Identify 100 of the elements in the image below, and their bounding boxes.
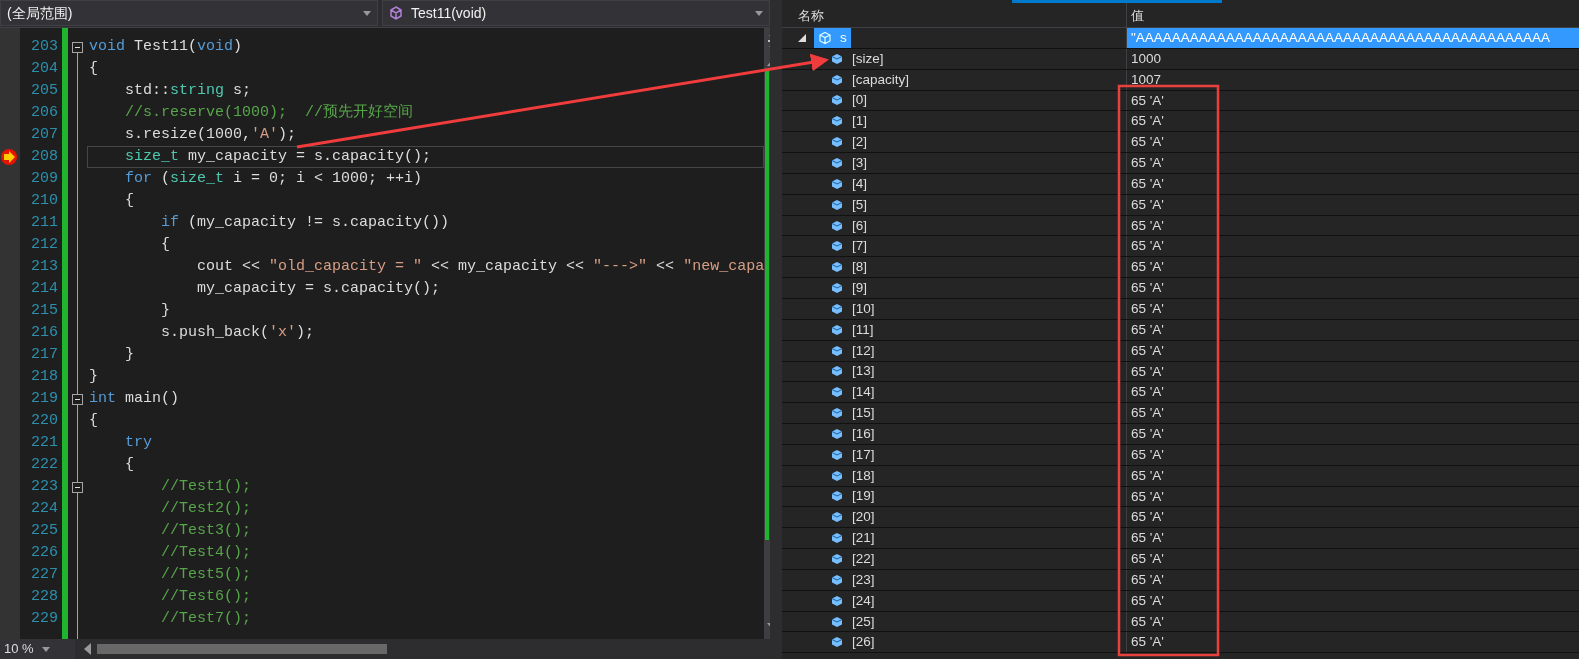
line-number: 219 (30, 389, 59, 409)
code-line: std::string s; (124, 81, 253, 101)
field-icon (830, 447, 844, 462)
line-number: 215 (30, 301, 59, 321)
variable-name[interactable]: [26] (852, 632, 875, 653)
variable-name[interactable]: [19] (852, 486, 875, 507)
variable-value: 65 'A' (1130, 591, 1165, 610)
expanded-icon[interactable] (798, 33, 806, 42)
field-icon (830, 51, 844, 66)
variable-name[interactable]: [10] (852, 298, 875, 319)
field-icon (830, 531, 844, 546)
code-line: for (size_t i = 0; i < 1000; ++i) (124, 169, 424, 189)
code-line: //Test1(); (160, 477, 253, 497)
collapse-icon[interactable] (72, 394, 83, 405)
variable-name[interactable]: [2] (852, 132, 867, 153)
variable-value: "AAAAAAAAAAAAAAAAAAAAAAAAAAAAAAAAAAAAAAAAAAAAAA (1127, 28, 1579, 48)
scroll-left-icon[interactable] (83, 643, 93, 655)
variable-value: 65 'A' (1130, 279, 1165, 298)
variable-name[interactable]: [capacity] (852, 69, 910, 90)
zoom-dropdown[interactable]: 10 % (0, 639, 75, 659)
line-number: 212 (30, 235, 59, 255)
variable-name[interactable]: [13] (852, 361, 875, 382)
variable-value: 65 'A' (1130, 112, 1165, 131)
column-header[interactable]: 名称 (782, 3, 1127, 27)
field-icon (830, 239, 844, 254)
line-number: 203 (30, 37, 59, 57)
code-line: //Test3(); (160, 521, 253, 541)
scrollbar-thumb[interactable] (97, 644, 387, 654)
field-icon (830, 426, 844, 441)
variable-name[interactable]: [12] (852, 340, 875, 361)
variable-name[interactable]: [7] (852, 236, 867, 257)
variable-name[interactable]: [11] (852, 319, 874, 340)
variable-name[interactable]: [3] (852, 153, 867, 173)
variable-name[interactable]: [22] (852, 549, 875, 569)
line-number: 205 (30, 81, 59, 101)
collapse-icon[interactable] (72, 482, 83, 493)
field-icon (830, 468, 844, 483)
variable-name[interactable]: [18] (852, 465, 875, 486)
variable-name[interactable]: [21] (852, 528, 875, 549)
variable-name[interactable]: [4] (852, 173, 867, 194)
variable-name[interactable]: [25] (852, 611, 875, 632)
field-icon (830, 406, 844, 421)
field-icon (830, 301, 844, 316)
code-line: try (124, 433, 153, 453)
code-line: } (160, 301, 171, 321)
variable-name[interactable]: [size] (852, 48, 884, 69)
variable-value: 1007 (1130, 70, 1163, 89)
variable-value: 65 'A' (1130, 633, 1165, 652)
variable-value: 65 'A' (1130, 362, 1165, 381)
scope-dropdown[interactable]: (全局范围) (0, 0, 378, 26)
line-number: 210 (30, 191, 59, 211)
line-number: 216 (30, 323, 59, 343)
variable-name[interactable]: [0] (852, 90, 867, 111)
variable-name[interactable]: [1] (852, 111, 867, 132)
caret-icon (755, 10, 763, 16)
field-icon (830, 197, 844, 212)
function-dropdown[interactable]: Test11(void) (382, 0, 770, 26)
caret-icon (363, 10, 371, 16)
variable-name[interactable]: [24] (852, 590, 875, 611)
line-number: 207 (30, 125, 59, 145)
collapse-icon[interactable] (72, 42, 83, 53)
variable-name[interactable]: [5] (852, 194, 867, 215)
variable-name[interactable]: [8] (852, 257, 867, 278)
line-number: 209 (30, 169, 59, 189)
line-number: 224 (30, 499, 59, 519)
variable-name[interactable]: [23] (852, 569, 875, 590)
code-line: } (88, 367, 99, 387)
field-icon (830, 552, 844, 566)
line-number: 206 (30, 103, 59, 123)
variable-value: 65 'A' (1130, 445, 1165, 464)
column-header[interactable]: 值 (1127, 3, 1579, 27)
code-line: { (88, 59, 99, 79)
line-number: 218 (30, 367, 59, 387)
variable-value: 65 'A' (1130, 174, 1165, 193)
line-number: 222 (30, 455, 59, 475)
variable-value: 1000 (1130, 49, 1163, 68)
variable-name[interactable]: [6] (852, 215, 867, 236)
line-number: 208 (30, 147, 59, 167)
variable-name[interactable]: [15] (852, 403, 875, 424)
variable-name[interactable]: [14] (852, 382, 875, 403)
code-line: void Test11(void) (88, 37, 244, 57)
code-line: //Test5(); (160, 565, 253, 585)
line-number: 204 (30, 59, 59, 79)
field-icon (830, 385, 844, 400)
variable-name[interactable]: [20] (852, 507, 875, 528)
field-icon (830, 281, 844, 296)
caret-icon (41, 646, 50, 652)
function-text: Test11(void) (411, 4, 487, 23)
variable-name[interactable]: [17] (852, 444, 875, 465)
code-line: //Test2(); (160, 499, 253, 519)
code-line: s.resize(1000,'A'); (124, 125, 298, 145)
variable-value: 65 'A' (1130, 258, 1165, 277)
variable-name[interactable]: [9] (852, 278, 867, 299)
variable-name[interactable]: [16] (852, 423, 875, 444)
code-line: //s.reserve(1000); //预先开好空间 (124, 102, 415, 123)
line-number: 225 (30, 521, 59, 541)
code-line: s.push_back('x'); (160, 323, 316, 343)
line-number: 227 (30, 565, 59, 585)
field-icon (830, 93, 844, 108)
field-icon (830, 614, 844, 629)
